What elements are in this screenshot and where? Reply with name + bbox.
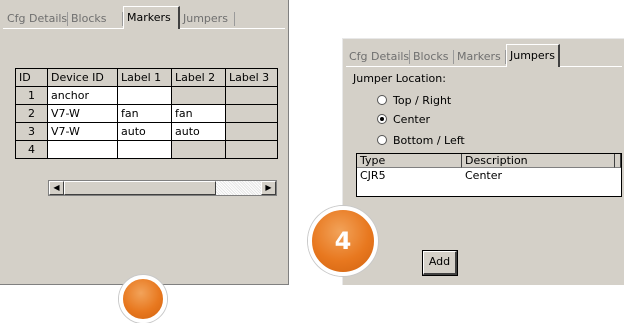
radio-bottom-left[interactable]: Bottom / Left bbox=[377, 133, 465, 149]
tab-jumpers[interactable]: Jumpers bbox=[180, 10, 235, 28]
device-id-cell[interactable] bbox=[47, 140, 118, 159]
horizontal-scrollbar[interactable]: ◀ ▶ bbox=[48, 180, 277, 196]
radio-button-icon bbox=[377, 95, 387, 105]
jumper-list[interactable]: Type Description CJR5 Center bbox=[356, 153, 622, 197]
tab-jumpers[interactable]: Jumpers bbox=[506, 44, 560, 67]
row-id-cell[interactable]: 2 bbox=[15, 104, 48, 123]
row-id-cell[interactable]: 4 bbox=[15, 140, 48, 159]
radio-button-icon bbox=[377, 135, 387, 145]
step-badge-partial bbox=[119, 275, 167, 323]
label2-cell bbox=[171, 140, 226, 159]
tab-blocks[interactable]: Blocks bbox=[68, 10, 123, 28]
table-row[interactable]: 4 bbox=[15, 140, 278, 159]
jumper-location-label: Jumper Location: bbox=[353, 72, 446, 85]
scroll-right-button[interactable]: ▶ bbox=[261, 181, 276, 195]
table-row[interactable]: 3 V7-W auto auto bbox=[15, 122, 278, 141]
radio-top-right[interactable]: Top / Right bbox=[377, 93, 451, 109]
label3-cell bbox=[225, 122, 278, 141]
row-id-cell[interactable]: 3 bbox=[15, 122, 48, 141]
jumpers-panel: Cfg Details Blocks Markers Jumpers Jumpe… bbox=[342, 38, 624, 285]
step-number-badge: 4 bbox=[308, 206, 378, 276]
grid-header-row: ID Device ID Label 1 Label 2 Label 3 bbox=[15, 68, 278, 87]
markers-grid[interactable]: ID Device ID Label 1 Label 2 Label 3 1 a… bbox=[15, 68, 278, 159]
left-tab-strip: Cfg Details Blocks Markers Jumpers bbox=[4, 6, 284, 29]
list-item-type[interactable]: CJR5 bbox=[357, 169, 460, 183]
table-row[interactable]: 2 V7-W fan fan bbox=[15, 104, 278, 123]
column-header-filler bbox=[615, 154, 621, 168]
label2-cell[interactable]: auto bbox=[171, 122, 226, 141]
label2-cell[interactable]: fan bbox=[171, 104, 226, 123]
label1-cell[interactable] bbox=[117, 140, 172, 159]
tab-markers[interactable]: Markers bbox=[454, 48, 506, 66]
radio-button-selected-icon bbox=[377, 114, 387, 124]
column-header-device-id[interactable]: Device ID bbox=[47, 68, 118, 87]
device-id-cell[interactable]: V7-W bbox=[47, 104, 118, 123]
radio-label: Top / Right bbox=[393, 94, 452, 107]
table-row[interactable]: 1 anchor bbox=[15, 86, 278, 105]
arrow-right-icon: ▶ bbox=[265, 183, 272, 192]
markers-panel: Cfg Details Blocks Markers Jumpers ID De… bbox=[0, 0, 289, 285]
right-tab-strip: Cfg Details Blocks Markers Jumpers bbox=[346, 44, 622, 67]
label3-cell bbox=[225, 104, 278, 123]
device-id-cell[interactable]: anchor bbox=[47, 86, 118, 105]
radio-center[interactable]: Center bbox=[377, 112, 430, 128]
list-item-description[interactable]: Center bbox=[462, 169, 605, 183]
column-header-description[interactable]: Description bbox=[462, 154, 615, 168]
tab-cfg-details[interactable]: Cfg Details bbox=[346, 48, 410, 66]
label1-cell[interactable] bbox=[117, 86, 172, 105]
column-header-label1[interactable]: Label 1 bbox=[117, 68, 172, 87]
label3-cell bbox=[225, 140, 278, 159]
scroll-left-button[interactable]: ◀ bbox=[49, 181, 64, 195]
column-header-type[interactable]: Type bbox=[357, 154, 462, 168]
device-id-cell[interactable]: V7-W bbox=[47, 122, 118, 141]
tab-baseline bbox=[346, 66, 622, 67]
tab-cfg-details[interactable]: Cfg Details bbox=[4, 10, 68, 28]
scroll-thumb[interactable] bbox=[64, 181, 216, 195]
column-header-label3[interactable]: Label 3 bbox=[225, 68, 278, 87]
column-header-id[interactable]: ID bbox=[15, 68, 48, 87]
column-header-label2[interactable]: Label 2 bbox=[171, 68, 226, 87]
label1-cell[interactable]: auto bbox=[117, 122, 172, 141]
tab-blocks[interactable]: Blocks bbox=[410, 48, 454, 66]
step-number-label: 4 bbox=[334, 227, 352, 255]
tab-markers[interactable]: Markers bbox=[123, 6, 180, 29]
label2-cell bbox=[171, 86, 226, 105]
row-id-cell[interactable]: 1 bbox=[15, 86, 48, 105]
label3-cell bbox=[225, 86, 278, 105]
label1-cell[interactable]: fan bbox=[117, 104, 172, 123]
arrow-left-icon: ◀ bbox=[53, 183, 60, 192]
add-button[interactable]: Add bbox=[422, 250, 458, 276]
radio-label: Bottom / Left bbox=[393, 134, 465, 147]
radio-label: Center bbox=[393, 113, 431, 126]
